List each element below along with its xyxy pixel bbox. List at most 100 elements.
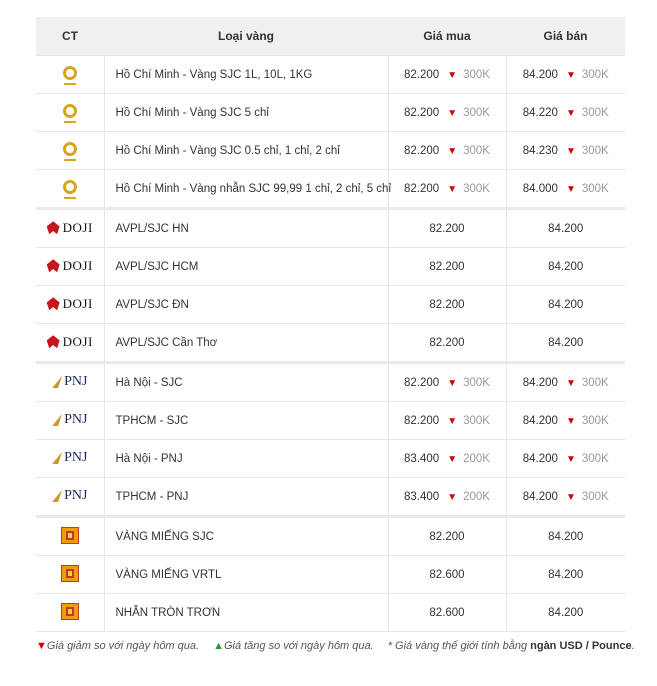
buy-price-cell: 83.400 ▼ 200K bbox=[388, 477, 507, 517]
down-arrow-icon: ▼ bbox=[447, 107, 458, 119]
sell-price-cell: 84.200 bbox=[506, 285, 625, 324]
pnj-logo-icon: PNJ bbox=[52, 374, 87, 390]
sell-price-change: 300K bbox=[581, 490, 609, 503]
sjc-logo-icon bbox=[36, 179, 104, 199]
table-row: DOJI AVPL/SJC HN 82.200 84.200 bbox=[36, 207, 625, 248]
doji-logo-icon: DOJI bbox=[46, 334, 93, 350]
brand-logo-cell: DOJI bbox=[36, 285, 105, 324]
brand-logo-cell: PNJ bbox=[36, 361, 105, 402]
down-arrow-icon: ▼ bbox=[565, 69, 576, 81]
buy-price-value: 82.600 bbox=[429, 606, 465, 619]
sell-price-value: 84.000 bbox=[522, 182, 558, 195]
buy-price-value: 82.200 bbox=[429, 222, 465, 235]
sell-price-value: 84.230 bbox=[522, 144, 558, 157]
buy-price-cell: 82.200 bbox=[388, 515, 507, 556]
sell-price-change: 300K bbox=[581, 68, 609, 81]
mihong-logo-icon bbox=[60, 526, 79, 544]
brand-logo-cell: PNJ bbox=[36, 401, 105, 440]
sell-price-change: 300K bbox=[581, 182, 609, 195]
buy-price-cell: 82.200 ▼ 300K bbox=[388, 55, 507, 94]
sell-price-value: 84.200 bbox=[548, 298, 584, 311]
gold-price-table-container: CT Loại vàng Giá mua Giá bán Hồ Chí Minh… bbox=[36, 17, 625, 632]
down-arrow-icon: ▼ bbox=[447, 145, 458, 157]
sell-price-cell: 84.200 ▼ 300K bbox=[506, 439, 625, 478]
sell-price-cell: 84.200 bbox=[506, 515, 625, 556]
pnj-logo-icon: PNJ bbox=[52, 412, 87, 428]
brand-logo-cell bbox=[36, 131, 105, 170]
sell-price-cell: 84.200 bbox=[506, 593, 625, 632]
gold-type-name: AVPL/SJC HCM bbox=[104, 247, 389, 286]
brand-logo-cell: DOJI bbox=[36, 207, 105, 248]
buy-price-value: 82.200 bbox=[404, 144, 440, 157]
buy-price-value: 82.200 bbox=[404, 182, 440, 195]
brand-logo-cell bbox=[36, 55, 105, 94]
table-row: DOJI AVPL/SJC HCM 82.200 84.200 bbox=[36, 247, 625, 286]
sell-price-value: 84.200 bbox=[548, 606, 584, 619]
sell-price-value: 84.200 bbox=[522, 490, 558, 503]
sell-price-value: 84.200 bbox=[548, 336, 584, 349]
gold-type-name: Hồ Chí Minh - Vàng SJC 0.5 chỉ, 1 chỉ, 2… bbox=[104, 131, 389, 170]
table-row: DOJI AVPL/SJC Cần Thơ 82.200 84.200 bbox=[36, 323, 625, 363]
buy-price-change: 300K bbox=[463, 106, 490, 119]
sell-price-value: 84.200 bbox=[548, 568, 584, 581]
down-arrow-icon: ▼ bbox=[565, 453, 576, 465]
gold-type-name: VÀNG MIẾNG SJC bbox=[104, 515, 389, 556]
buy-price-change: 300K bbox=[463, 68, 490, 81]
table-row: PNJ Hà Nội - SJC 82.200 ▼ 300K 84.200 ▼ 300K bbox=[36, 361, 625, 402]
buy-price-cell: 82.600 bbox=[388, 555, 507, 594]
sell-price-value: 84.200 bbox=[522, 68, 558, 81]
buy-price-cell: 82.600 bbox=[388, 593, 507, 632]
sell-price-cell: 84.230 ▼ 300K bbox=[506, 131, 625, 170]
header-gold-type: Loại vàng bbox=[104, 17, 388, 56]
legend-up-text: Giá tăng so với ngày hôm qua. bbox=[223, 640, 374, 652]
gold-type-name: AVPL/SJC Cần Thơ bbox=[104, 323, 389, 363]
brand-logo-cell bbox=[36, 515, 105, 556]
sell-price-change: 300K bbox=[581, 144, 609, 157]
gold-type-name: Hồ Chí Minh - Vàng nhẫn SJC 99,99 1 chỉ,… bbox=[104, 169, 391, 209]
sell-price-value: 84.200 bbox=[548, 530, 584, 543]
sjc-logo-icon bbox=[36, 141, 104, 161]
gold-type-name: Hồ Chí Minh - Vàng SJC 1L, 10L, 1KG bbox=[104, 55, 389, 94]
down-arrow-icon: ▼ bbox=[565, 107, 576, 119]
sell-price-cell: 84.000 ▼ 300K bbox=[506, 169, 625, 209]
gold-type-name: AVPL/SJC ĐN bbox=[104, 285, 389, 324]
buy-price-value: 83.400 bbox=[404, 452, 440, 465]
down-arrow-icon: ▼ bbox=[447, 415, 458, 427]
buy-price-change: 300K bbox=[463, 376, 490, 389]
table-row: Hồ Chí Minh - Vàng SJC 1L, 10L, 1KG 82.20… bbox=[36, 55, 625, 94]
pnj-logo-icon: PNJ bbox=[52, 450, 87, 466]
sell-price-change: 300K bbox=[581, 414, 609, 427]
sell-price-cell: 84.200 ▼ 300K bbox=[506, 401, 625, 440]
sell-price-cell: 84.200 bbox=[506, 247, 625, 286]
mihong-logo-icon bbox=[60, 602, 79, 620]
buy-price-value: 82.200 bbox=[429, 298, 465, 311]
sell-price-cell: 84.200 ▼ 300K bbox=[506, 55, 625, 94]
sell-price-value: 84.200 bbox=[522, 376, 558, 389]
header-buy-price: Giá mua bbox=[388, 17, 506, 56]
table-row: PNJ TPHCM - SJC 82.200 ▼ 300K 84.200 ▼ 300K bbox=[36, 401, 625, 440]
buy-price-value: 82.600 bbox=[429, 568, 465, 581]
buy-price-cell: 82.200 bbox=[388, 285, 507, 324]
gold-type-name: TPHCM - PNJ bbox=[104, 477, 389, 517]
buy-price-value: 82.200 bbox=[404, 414, 440, 427]
table-row: VÀNG MIẾNG SJC 82.200 84.200 bbox=[36, 515, 625, 556]
table-row: DOJI AVPL/SJC ĐN 82.200 84.200 bbox=[36, 285, 625, 324]
buy-price-cell: 83.400 ▼ 200K bbox=[388, 439, 507, 478]
buy-price-change: 300K bbox=[463, 144, 490, 157]
table-row: PNJ Hà Nội - PNJ 83.400 ▼ 200K 84.200 ▼ 300K bbox=[36, 439, 625, 478]
buy-price-cell: 82.200 ▼ 300K bbox=[388, 131, 507, 170]
brand-logo-cell bbox=[36, 593, 105, 632]
down-arrow-icon: ▼ bbox=[565, 377, 576, 389]
buy-price-cell: 82.200 ▼ 300K bbox=[388, 169, 507, 209]
sjc-logo-icon bbox=[36, 65, 104, 85]
buy-price-cell: 82.200 bbox=[388, 247, 507, 286]
buy-price-change: 200K bbox=[463, 490, 490, 503]
buy-price-change: 300K bbox=[463, 182, 490, 195]
buy-price-cell: 82.200 bbox=[388, 323, 507, 363]
sell-price-cell: 84.200 ▼ 300K bbox=[506, 361, 625, 402]
doji-logo-icon: DOJI bbox=[46, 220, 93, 236]
buy-price-value: 82.200 bbox=[404, 376, 440, 389]
legend-note-unit: ngàn USD / Pounce bbox=[530, 640, 632, 652]
gold-type-name: AVPL/SJC HN bbox=[104, 207, 389, 248]
gold-type-name: Hà Nội - SJC bbox=[104, 361, 389, 402]
